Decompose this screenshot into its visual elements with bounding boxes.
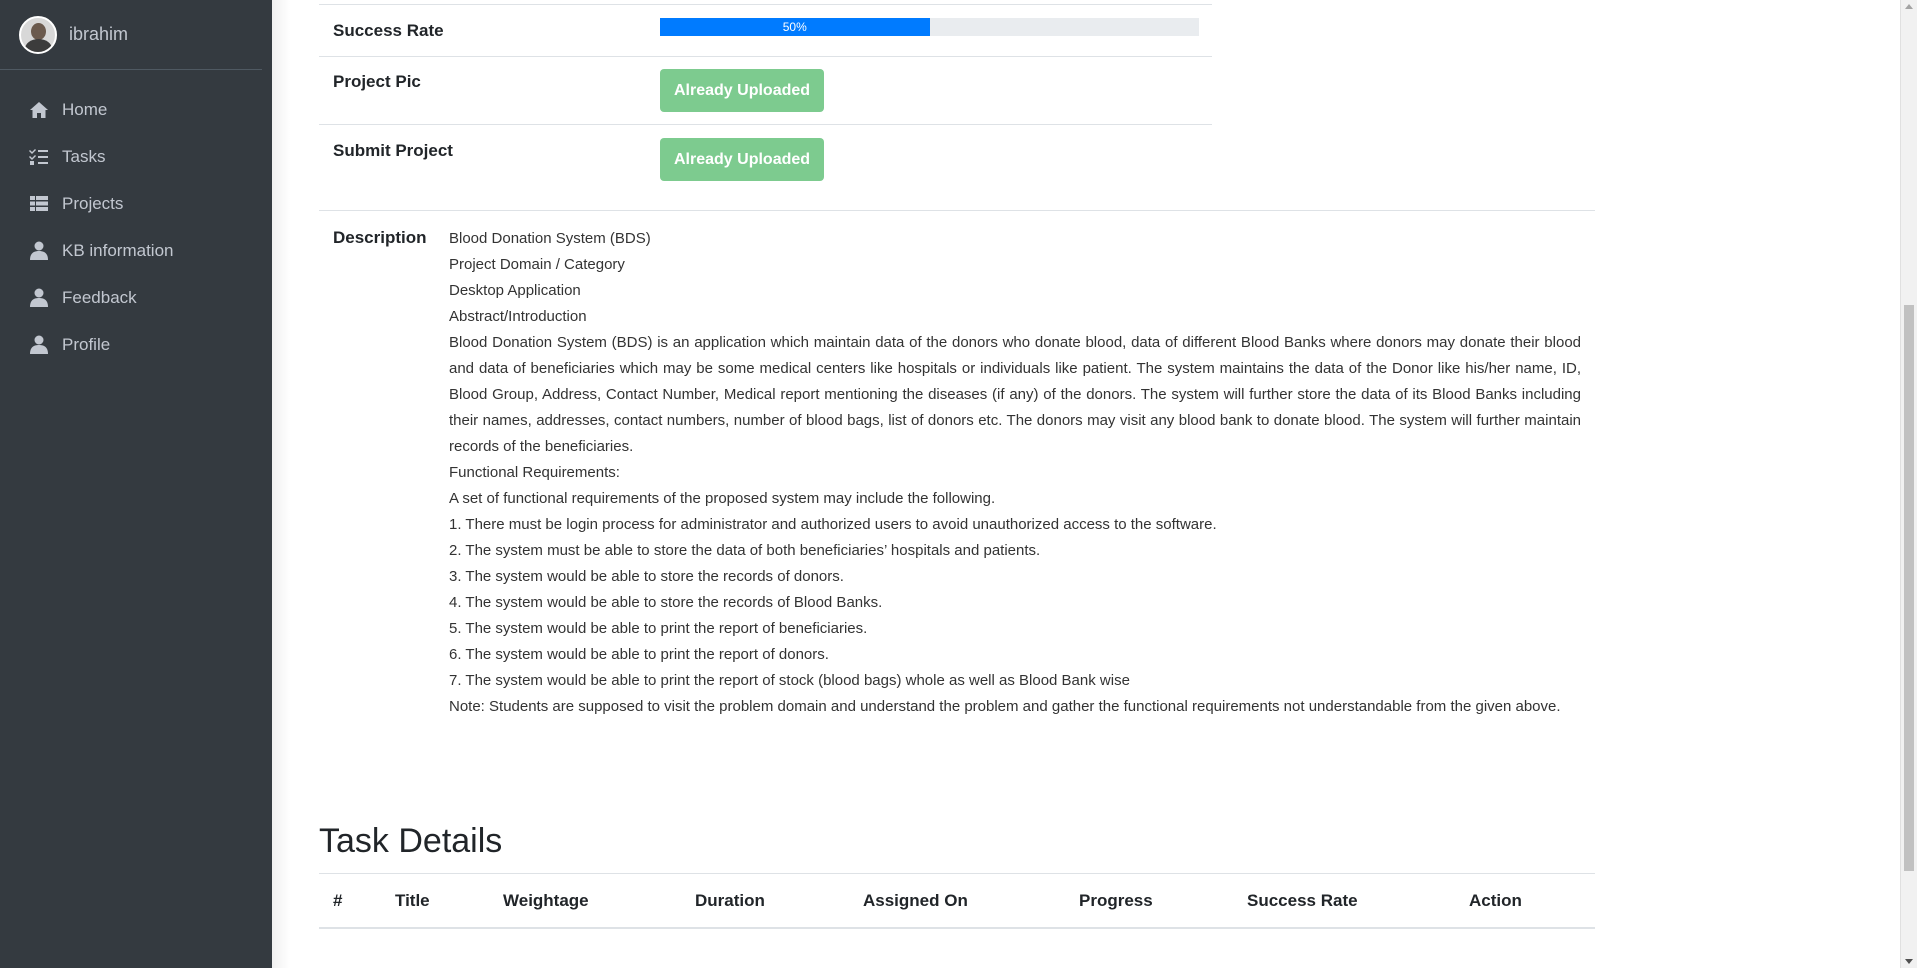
description-line: 5. The system would be able to print the…: [449, 620, 868, 637]
task-details-title: Task Details: [319, 822, 503, 860]
scroll-up-arrow-icon[interactable]: [1905, 4, 1913, 9]
column-header-action: Action: [1469, 891, 1522, 910]
success-rate-label: Success Rate: [333, 21, 444, 40]
description-line: Project Domain / Category: [449, 256, 625, 273]
description-line: Functional Requirements:: [449, 464, 620, 481]
description-label: Description: [333, 228, 427, 247]
description-section: Description Blood Donation System (BDS) …: [319, 210, 1595, 715]
user-panel[interactable]: ibrahim: [0, 0, 262, 70]
sidebar-item-label: Projects: [62, 193, 124, 213]
success-rate-progress-bar: 50%: [660, 18, 930, 36]
user-icon: [28, 287, 50, 309]
sidebar-nav: Home Tasks Projects KB information Feedb…: [0, 86, 272, 368]
sidebar-item-kb-information[interactable]: KB information: [0, 227, 272, 274]
description-line: 4. The system would be able to store the…: [449, 594, 883, 611]
description-body: Blood Donation System (BDS) Project Doma…: [449, 226, 1581, 720]
home-icon: [28, 99, 50, 121]
submit-project-label: Submit Project: [333, 141, 453, 160]
user-icon: [28, 240, 50, 262]
avatar[interactable]: [19, 15, 57, 54]
sidebar-item-tasks[interactable]: Tasks: [0, 133, 272, 180]
project-pic-label: Project Pic: [333, 72, 421, 91]
description-line: 7. The system would be able to print the…: [449, 672, 1130, 689]
main-content: Success Rate 50% Project Pic Already Upl…: [272, 0, 1890, 968]
description-line: Desktop Application: [449, 282, 581, 299]
scroll-down-arrow-icon[interactable]: [1905, 959, 1913, 964]
sidebar-item-label: Profile: [62, 334, 111, 354]
page-scrollbar[interactable]: [1900, 0, 1917, 968]
username[interactable]: ibrahim: [69, 24, 128, 45]
description-line: Abstract/Introduction: [449, 308, 587, 325]
tasks-icon: [28, 146, 50, 168]
submit-project-row: Submit Project Already Uploaded: [319, 125, 1212, 210]
success-rate-progress: 50%: [660, 18, 1199, 36]
description-line: 3. The system would be able to store the…: [449, 568, 844, 585]
sidebar: ibrahim Home Tasks Projects KB informati…: [0, 0, 272, 968]
project-pic-uploaded-button[interactable]: Already Uploaded: [660, 69, 825, 112]
column-header-duration: Duration: [695, 891, 765, 910]
sidebar-item-label: Feedback: [62, 287, 137, 307]
description-line: Blood Donation System (BDS): [449, 230, 651, 247]
user-icon: [28, 334, 50, 356]
column-header-weightage: Weightage: [503, 891, 589, 910]
sidebar-item-profile[interactable]: Profile: [0, 321, 272, 368]
description-line: Blood Donation System (BDS) is an applic…: [449, 334, 1581, 455]
sidebar-item-projects[interactable]: Projects: [0, 180, 272, 227]
sidebar-item-label: Tasks: [62, 146, 106, 166]
column-header-success-rate: Success Rate: [1247, 891, 1358, 910]
sidebar-item-feedback[interactable]: Feedback: [0, 274, 272, 321]
description-line: 1. There must be login process for admin…: [449, 516, 1217, 533]
sidebar-item-label: KB information: [62, 240, 174, 260]
description-line: 6. The system would be able to print the…: [449, 646, 829, 663]
success-rate-row: Success Rate 50%: [319, 4, 1212, 57]
column-header-assigned-on: Assigned On: [863, 891, 968, 910]
table-icon: [28, 193, 50, 215]
description-line: A set of functional requirements of the …: [449, 490, 996, 507]
column-header-progress: Progress: [1079, 891, 1153, 910]
scroll-thumb[interactable]: [1904, 305, 1914, 871]
sidebar-item-label: Home: [62, 99, 108, 119]
project-pic-row: Project Pic Already Uploaded: [319, 57, 1212, 125]
column-header-number: #: [333, 891, 343, 910]
description-line: 2. The system must be able to store the …: [449, 542, 1041, 559]
sidebar-item-home[interactable]: Home: [0, 86, 272, 133]
task-details-table-header: # Title Weightage Duration Assigned On P…: [319, 873, 1595, 929]
column-header-title: Title: [395, 891, 430, 910]
description-line: Note: Students are supposed to visit the…: [449, 698, 1561, 715]
submit-project-uploaded-button[interactable]: Already Uploaded: [660, 138, 825, 181]
